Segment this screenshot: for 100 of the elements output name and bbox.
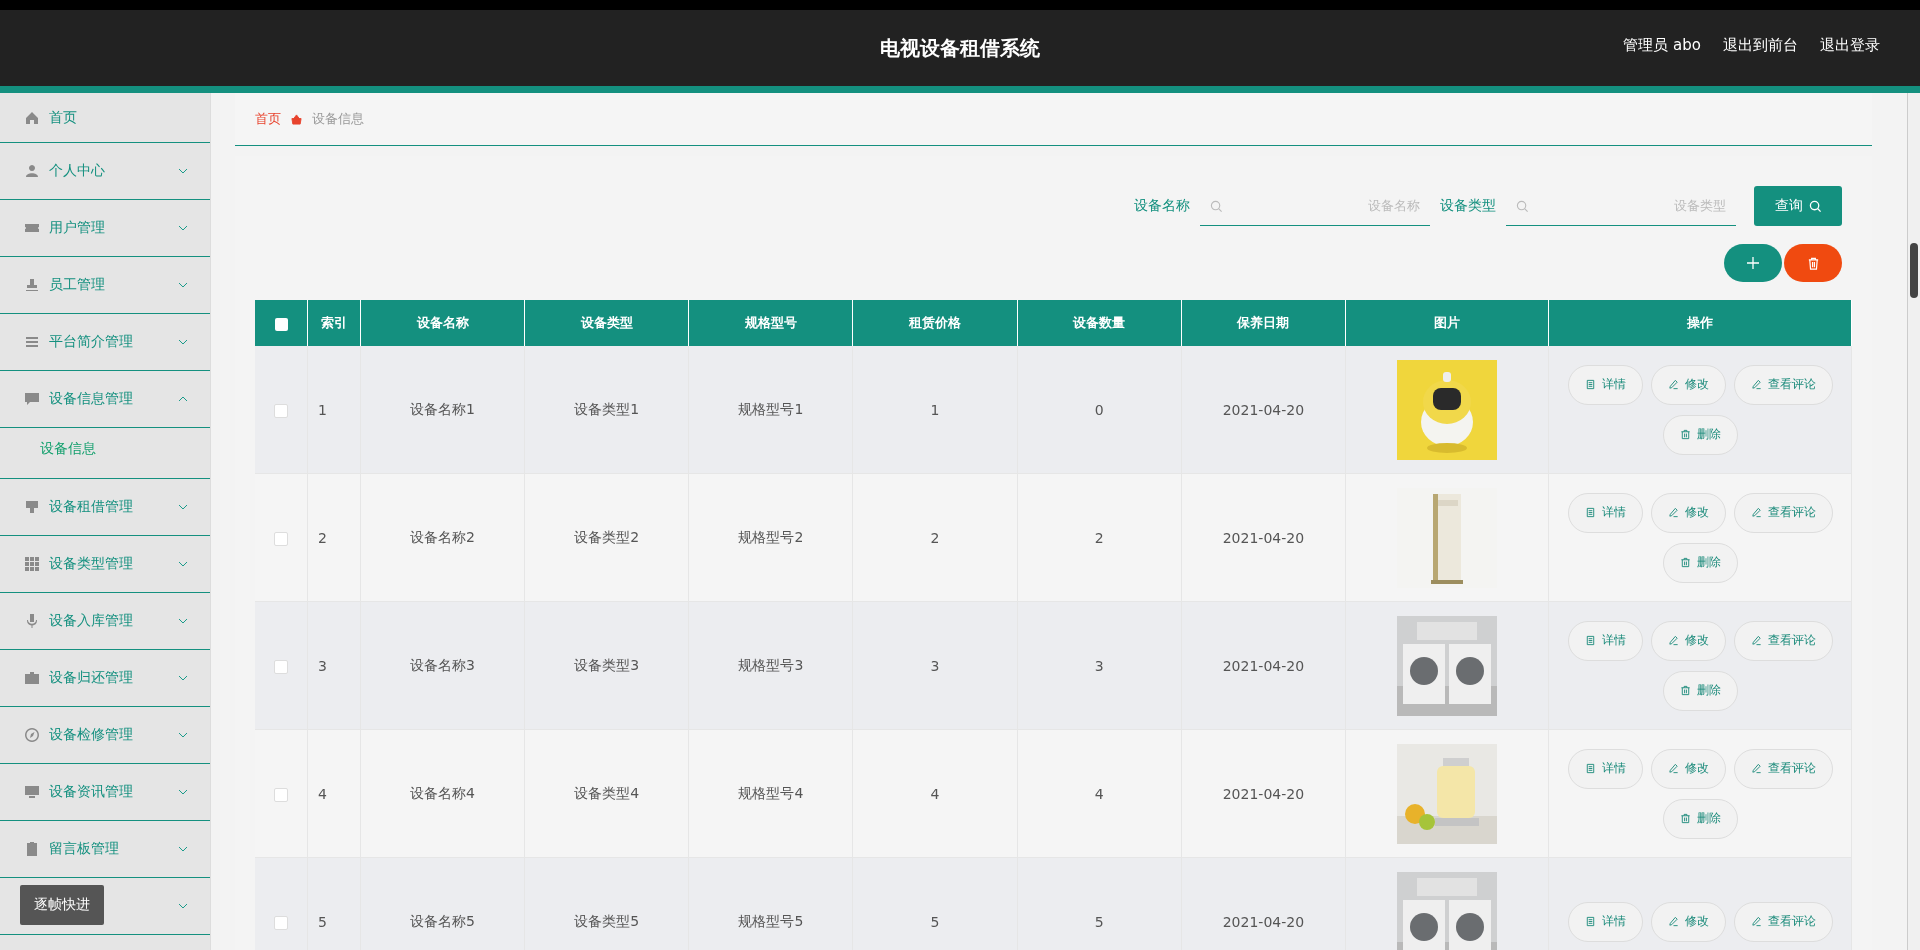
row-checkbox[interactable] <box>274 915 288 930</box>
column-header: 租赁价格 <box>852 300 1018 346</box>
pencil-icon <box>1750 916 1762 927</box>
action-button[interactable]: 删除 <box>1662 798 1738 839</box>
pencil-icon <box>1667 916 1679 927</box>
action-button[interactable]: 修改 <box>1650 748 1726 789</box>
plus-icon <box>1746 256 1760 270</box>
action-button[interactable]: 删除 <box>1662 542 1738 583</box>
trash-icon <box>1679 429 1691 440</box>
brush-icon <box>24 499 40 515</box>
action-button[interactable]: 查看评论 <box>1733 748 1833 789</box>
table-cell: 5 <box>1017 857 1182 950</box>
sidebar-item[interactable]: 设备入库管理 <box>0 593 210 650</box>
table-cell: 规格型号1 <box>688 346 853 474</box>
table-cell: 4 <box>1017 729 1182 858</box>
column-header: 图片 <box>1345 300 1549 346</box>
table-cell: 1 <box>307 346 361 474</box>
document-icon <box>1584 763 1596 774</box>
action-button[interactable]: 删除 <box>1662 414 1738 455</box>
add-button[interactable] <box>1724 244 1782 282</box>
pencil-icon <box>1750 635 1762 646</box>
sidebar-item[interactable]: 设备归还管理 <box>0 650 210 707</box>
chevron-icon <box>178 339 188 345</box>
sidebar-item[interactable]: 员工管理 <box>0 257 210 314</box>
table-cell: 设备名称5 <box>360 857 525 950</box>
home-icon <box>24 109 40 126</box>
trash-icon <box>1806 256 1820 270</box>
table-cell: 2021-04-20 <box>1181 857 1346 950</box>
briefcase-icon <box>24 670 40 686</box>
sidebar-item[interactable]: 设备租借管理 <box>0 479 210 536</box>
row-checkbox[interactable] <box>274 531 288 546</box>
sidebar-item[interactable]: 留言板管理 <box>0 821 210 878</box>
document-icon <box>1584 507 1596 518</box>
delete-button[interactable] <box>1784 244 1842 282</box>
action-button[interactable]: 修改 <box>1650 364 1726 405</box>
table-cell: 4 <box>307 729 361 858</box>
column-header: 设备类型 <box>524 300 689 346</box>
row-checkbox[interactable] <box>274 403 288 418</box>
breadcrumb-link[interactable]: 首页 <box>255 110 281 128</box>
header-link[interactable]: 退出到前台 <box>1723 36 1798 55</box>
table-cell: 设备名称1 <box>360 346 525 474</box>
action-button[interactable]: 修改 <box>1650 901 1726 942</box>
breadcrumb-current: 设备信息 <box>312 110 364 128</box>
column-header: 设备名称 <box>360 300 525 346</box>
action-button[interactable]: 删除 <box>1662 670 1738 711</box>
sidebar-item[interactable]: 设备检修管理 <box>0 707 210 764</box>
user-icon <box>24 163 40 179</box>
sidebar-item[interactable]: 设备资讯管理 <box>0 764 210 821</box>
action-button[interactable]: 查看评论 <box>1733 364 1833 405</box>
grid-icon <box>24 556 40 572</box>
search-icon <box>1210 200 1223 213</box>
action-button[interactable]: 查看评论 <box>1733 901 1833 942</box>
search-button[interactable]: 查询 <box>1754 186 1842 226</box>
sidebar-item[interactable]: 首页 <box>0 93 210 143</box>
list-icon <box>24 334 40 350</box>
action-button[interactable]: 修改 <box>1650 620 1726 661</box>
select-all-checkbox[interactable] <box>274 317 288 331</box>
header-link[interactable]: 退出登录 <box>1820 36 1880 55</box>
sidebar-subitem[interactable]: 设备信息 <box>0 428 210 478</box>
app-title: 电视设备租借系统 <box>880 34 1040 62</box>
document-icon <box>1584 916 1596 927</box>
sidebar-item[interactable]: 设备类型管理 <box>0 536 210 593</box>
chevron-icon <box>178 504 188 510</box>
table-cell: 5 <box>852 857 1018 950</box>
chevron-icon <box>178 396 188 402</box>
trash-icon <box>1679 813 1691 824</box>
sidebar-item[interactable]: 个人中心 <box>0 143 210 200</box>
action-button[interactable]: 查看评论 <box>1733 492 1833 533</box>
sidebar-item[interactable]: 平台简介管理 <box>0 314 210 371</box>
chevron-icon <box>178 789 188 795</box>
chevron-icon <box>178 618 188 624</box>
search-field[interactable]: 设备名称 <box>1200 186 1430 226</box>
column-header: 规格型号 <box>688 300 853 346</box>
action-button[interactable]: 详情 <box>1567 748 1643 789</box>
action-button[interactable]: 详情 <box>1567 364 1643 405</box>
table-cell: 设备类型1 <box>524 346 689 474</box>
action-button[interactable]: 详情 <box>1567 620 1643 661</box>
table-cell: 3 <box>307 601 361 730</box>
scrollbar-thumb[interactable] <box>1910 243 1918 298</box>
search-icon <box>1808 199 1822 213</box>
table-cell: 规格型号2 <box>688 473 853 602</box>
action-button[interactable]: 修改 <box>1650 492 1726 533</box>
table-cell: 2 <box>307 473 361 602</box>
table-cell: 设备名称2 <box>360 473 525 602</box>
header-link[interactable]: 管理员 abo <box>1623 36 1701 55</box>
row-checkbox[interactable] <box>274 659 288 674</box>
table-cell: 2021-04-20 <box>1181 473 1346 602</box>
action-button[interactable]: 详情 <box>1567 492 1643 533</box>
row-checkbox[interactable] <box>274 787 288 802</box>
sidebar-item[interactable]: 用户管理 <box>0 200 210 257</box>
pencil-icon <box>1667 635 1679 646</box>
sidebar-item[interactable]: 设备信息管理 <box>0 371 210 428</box>
action-button[interactable]: 详情 <box>1567 901 1643 942</box>
chevron-icon <box>178 846 188 852</box>
table-cell: 2021-04-20 <box>1181 729 1346 858</box>
pencil-icon <box>1750 763 1762 774</box>
action-button[interactable]: 查看评论 <box>1733 620 1833 661</box>
chevron-icon <box>178 675 188 681</box>
search-icon <box>1516 200 1529 213</box>
table-cell: 规格型号3 <box>688 601 853 730</box>
